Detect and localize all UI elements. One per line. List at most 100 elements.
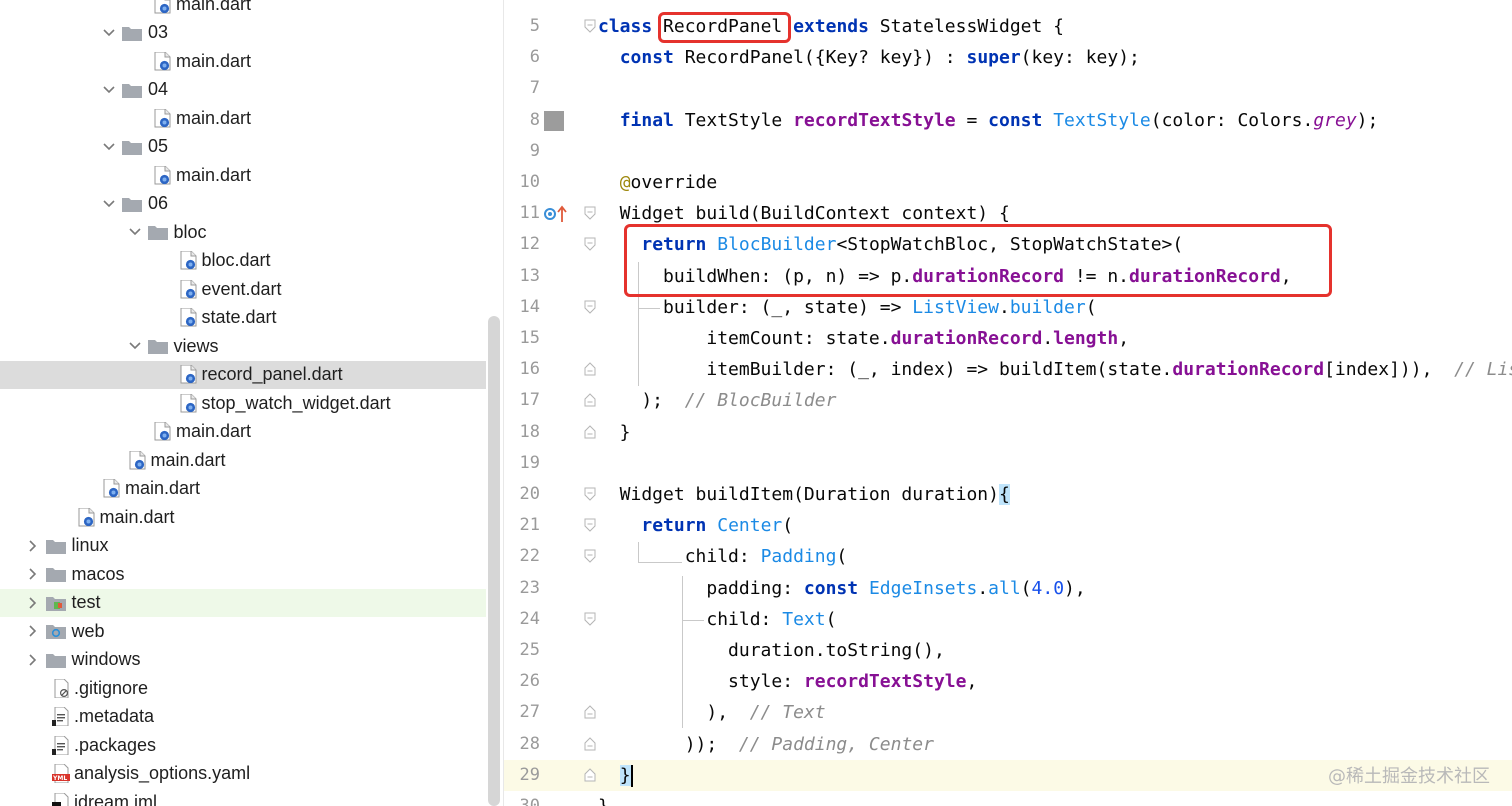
tree-item[interactable]: 06 [0,190,486,219]
chevron-down-icon[interactable] [126,222,144,242]
fold-open-icon[interactable] [584,612,596,626]
gutter-line[interactable]: 23 [504,573,598,604]
fold-open-icon[interactable] [584,237,596,252]
fold-end-icon[interactable] [584,736,596,751]
tree-item[interactable]: main.dart [0,418,486,447]
gutter-line[interactable]: 6 [504,42,598,73]
code-line[interactable]: Widget buildItem(Duration duration){ [598,479,1512,510]
gutter-line[interactable]: 12 [504,229,598,260]
tree-item[interactable]: bloc [0,218,486,247]
code-line[interactable]: child: Padding( [598,541,1512,572]
code-line[interactable]: } [598,417,1512,448]
tree-item[interactable]: macos [0,560,486,589]
gutter-line[interactable]: 20 [504,479,598,510]
fold-end-icon[interactable] [584,362,596,376]
chevron-down-icon[interactable] [100,137,118,157]
code-line[interactable]: )); // Padding, Center [598,729,1512,760]
gutter-line[interactable]: 17 [504,385,598,416]
fold-open-icon[interactable] [584,487,596,501]
code-line[interactable]: style: recordTextStyle, [598,666,1512,697]
gutter-line[interactable]: 16 [504,354,598,385]
chevron-right-icon[interactable] [24,593,42,613]
gutter-line[interactable]: 21 [504,510,598,541]
tree-item[interactable]: .metadata [0,703,486,732]
fold-open-icon[interactable] [584,206,596,220]
tree-item[interactable]: 03 [0,19,486,48]
tree-item[interactable]: main.dart [0,47,486,76]
tree-item[interactable]: main.dart [0,503,486,532]
code-line[interactable] [598,73,1512,104]
tree-item[interactable]: .gitignore [0,674,486,703]
code-line[interactable]: ); // BlocBuilder [598,385,1512,416]
code-line[interactable]: final TextStyle recordTextStyle = const … [598,105,1512,136]
code-line[interactable]: padding: const EdgeInsets.all(4.0), [598,573,1512,604]
code-editor[interactable]: class RecordPanel extends StatelessWidge… [598,0,1512,806]
gutter-line[interactable]: 18 [504,417,598,448]
tree-item[interactable]: event.dart [0,275,486,304]
gutter-line[interactable]: 29 [504,759,598,791]
code-line[interactable] [598,136,1512,167]
fold-open-icon[interactable] [584,300,596,314]
code-line[interactable] [598,448,1512,479]
gutter-line[interactable]: 9 [504,136,598,167]
tree-scrollbar[interactable] [488,316,500,806]
gutter-line[interactable]: 19 [504,448,598,479]
code-line[interactable]: ), // Text [598,697,1512,728]
gutter-line[interactable]: 28 [504,729,598,760]
tree-item[interactable]: bloc.dart [0,247,486,276]
code-line[interactable]: return Center( [598,510,1512,541]
fold-open-icon[interactable] [584,19,596,33]
tree-item[interactable]: .packages [0,731,486,760]
tree-item[interactable]: record_panel.dart [0,360,486,389]
tree-item[interactable]: views [0,332,486,361]
gutter-line[interactable]: 13 [504,261,598,292]
fold-open-icon[interactable] [584,549,596,564]
tree-item[interactable]: linux [0,532,486,561]
chevron-right-icon[interactable] [24,621,42,641]
tree-item[interactable]: main.dart [0,446,486,475]
gutter-line[interactable]: 11 [504,198,598,229]
tree-item[interactable]: test [0,588,486,617]
color-preview-swatch[interactable] [544,110,564,131]
fold-end-icon[interactable] [584,393,596,407]
gutter-line[interactable]: 10 [504,167,598,198]
code-line[interactable]: child: Text( [598,604,1512,635]
tree-item[interactable]: 04 [0,76,486,105]
gutter-line[interactable]: 27 [504,697,598,728]
chevron-right-icon[interactable] [24,650,42,670]
code-line[interactable]: itemBuilder: (_, index) => buildItem(sta… [598,354,1512,385]
gutter-line[interactable]: 14 [504,292,598,323]
gutter-line[interactable]: 22 [504,541,598,572]
code-line[interactable]: duration.toString(), [598,635,1512,666]
chevron-down-icon[interactable] [100,23,118,43]
fold-open-icon[interactable] [584,518,596,532]
tree-item[interactable]: state.dart [0,304,486,333]
gutter-line[interactable]: 30 [504,791,598,806]
tree-item[interactable]: main.dart [0,161,486,190]
gutter-line[interactable]: 25 [504,635,598,666]
chevron-down-icon[interactable] [100,194,118,214]
code-line[interactable]: itemCount: state.durationRecord.length, [598,323,1512,354]
chevron-down-icon[interactable] [126,336,144,356]
gutter-line[interactable]: 7 [504,73,598,104]
code-line[interactable]: } [598,791,1512,806]
tree-item[interactable]: main.dart [0,475,486,504]
fold-end-icon[interactable] [584,424,596,439]
code-line[interactable]: @override [598,167,1512,198]
gutter-line[interactable]: 8 [504,105,598,136]
override-icon[interactable] [543,204,569,224]
chevron-down-icon[interactable] [100,80,118,100]
tree-item[interactable]: main.dart [0,0,486,19]
tree-item[interactable]: windows [0,646,486,675]
fold-end-icon[interactable] [584,705,596,719]
tree-item[interactable]: 05 [0,133,486,162]
tree-item[interactable]: YML analysis_options.yaml [0,760,486,789]
fold-end-icon[interactable] [584,768,596,782]
code-line[interactable]: const RecordPanel({Key? key}) : super(ke… [598,42,1512,73]
tree-item[interactable]: idream.iml [0,788,486,806]
tree-item[interactable]: stop_watch_widget.dart [0,389,486,418]
gutter-line[interactable]: 26 [504,666,598,697]
tree-item[interactable]: web [0,617,486,646]
gutter-line[interactable]: 15 [504,323,598,354]
gutter-line[interactable]: 5 [504,11,598,42]
